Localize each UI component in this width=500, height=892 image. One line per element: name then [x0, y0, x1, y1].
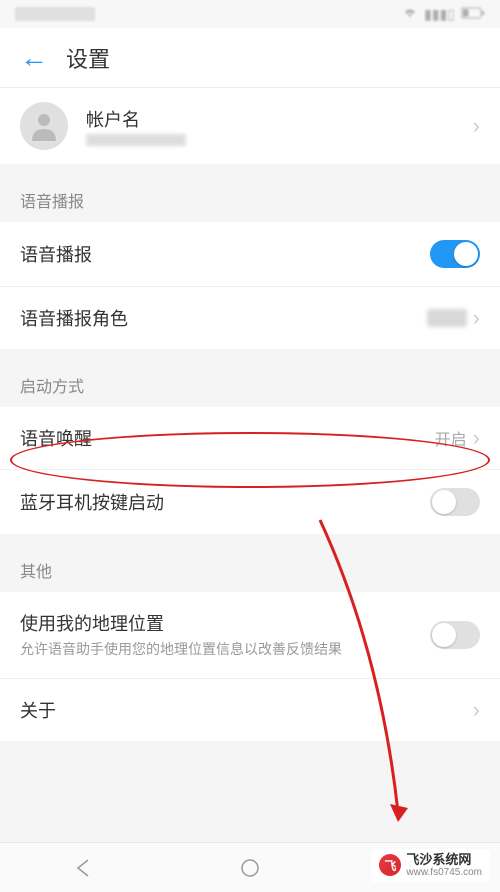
about-label: 关于 [20, 697, 473, 723]
section-voice-broadcast: 语音播报 语音播报角色 › [0, 222, 500, 349]
section-header-launch: 启动方式 [0, 359, 500, 407]
nav-home-button[interactable] [240, 858, 260, 878]
section-header-voice: 语音播报 [0, 174, 500, 222]
toggle-knob [454, 242, 478, 266]
row-voice-role[interactable]: 语音播报角色 › [0, 287, 500, 349]
section-other: 使用我的地理位置 允许语音助手使用您的地理位置信息以改善反馈结果 关于 › [0, 592, 500, 741]
chevron-right-icon: › [473, 113, 480, 139]
account-row[interactable]: 帐户名 › [0, 88, 500, 164]
watermark-name: 飞沙系统网 [406, 853, 482, 867]
location-toggle[interactable] [430, 621, 480, 649]
account-sub-blur [86, 134, 186, 146]
row-voice-broadcast[interactable]: 语音播报 [0, 222, 500, 287]
chevron-right-icon: › [473, 305, 480, 331]
row-location[interactable]: 使用我的地理位置 允许语音助手使用您的地理位置信息以改善反馈结果 [0, 592, 500, 679]
voice-wakeup-value: 开启 [435, 426, 467, 450]
status-bar: ▮▮▮▯ [0, 0, 500, 28]
header-bar: ← 设置 [0, 28, 500, 88]
voice-role-value-blur [427, 309, 467, 327]
status-left-blur [15, 7, 95, 21]
voice-broadcast-toggle[interactable] [430, 240, 480, 268]
toggle-knob [432, 490, 456, 514]
wifi-icon [402, 6, 418, 22]
row-about[interactable]: 关于 › [0, 679, 500, 741]
voice-role-label: 语音播报角色 [20, 305, 427, 331]
bluetooth-toggle[interactable] [430, 488, 480, 516]
signal-icon: ▮▮▮▯ [424, 6, 455, 23]
avatar-icon [20, 102, 68, 150]
row-bluetooth-launch[interactable]: 蓝牙耳机按键启动 [0, 470, 500, 534]
toggle-knob [432, 623, 456, 647]
watermark-url: www.fs0745.com [406, 867, 482, 878]
battery-icon [461, 6, 485, 22]
watermark-icon: 飞 [379, 854, 401, 876]
section-header-other: 其他 [0, 544, 500, 592]
page-title: 设置 [66, 42, 110, 74]
back-arrow-icon[interactable]: ← [20, 42, 48, 74]
chevron-right-icon: › [473, 425, 480, 451]
chevron-right-icon: › [473, 697, 480, 723]
row-voice-wakeup[interactable]: 语音唤醒 开启 › [0, 407, 500, 470]
location-sublabel: 允许语音助手使用您的地理位置信息以改善反馈结果 [20, 640, 430, 660]
account-name-label: 帐户名 [86, 106, 473, 132]
nav-back-button[interactable] [73, 858, 93, 878]
voice-wakeup-label: 语音唤醒 [20, 425, 435, 451]
bluetooth-launch-label: 蓝牙耳机按键启动 [20, 489, 430, 515]
location-label: 使用我的地理位置 [20, 610, 430, 636]
section-launch-mode: 语音唤醒 开启 › 蓝牙耳机按键启动 [0, 407, 500, 534]
voice-broadcast-label: 语音播报 [20, 241, 430, 267]
watermark: 飞 飞沙系统网 www.fs0745.com [371, 849, 490, 882]
